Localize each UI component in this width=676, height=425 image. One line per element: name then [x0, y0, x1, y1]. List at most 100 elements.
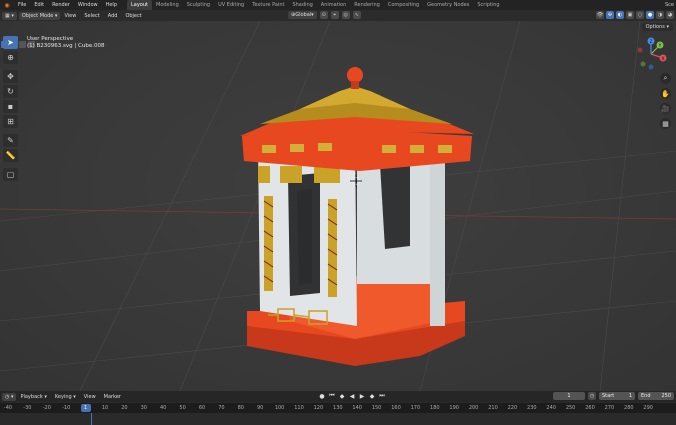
pivot-icon[interactable]: ⊙: [319, 11, 328, 19]
ruler-tick-label: 250: [565, 405, 576, 411]
roof-finial: [347, 67, 363, 83]
tab-scripting[interactable]: Scripting: [473, 0, 503, 10]
tab-geometry-nodes[interactable]: Geometry Nodes: [423, 0, 473, 10]
pan-hand-icon[interactable]: ✋: [660, 88, 671, 99]
tab-rendering[interactable]: Rendering: [350, 0, 384, 10]
camera-view-icon[interactable]: 🎥: [660, 103, 671, 114]
tab-shading[interactable]: Shading: [288, 0, 316, 10]
timeline-editor-type-button[interactable]: ◷ ▾: [2, 392, 17, 401]
menu-object[interactable]: Object: [121, 13, 145, 19]
menu-add[interactable]: Add: [104, 13, 122, 19]
ruler-tick-label: 130: [333, 405, 343, 411]
mode-select[interactable]: Object Mode ▾: [18, 11, 61, 20]
ruler-tick-label: 50: [179, 405, 186, 411]
tab-compositing[interactable]: Compositing: [384, 0, 423, 10]
viewport-info: User Perspective (1) B230963.svg | Cube.…: [27, 36, 104, 50]
visibility-icon[interactable]: 👁: [596, 11, 604, 19]
gizmo-toggle-icon[interactable]: ✣: [606, 11, 614, 19]
gizmo-z-label: Z: [649, 39, 652, 45]
scene-selector[interactable]: Sce: [663, 0, 676, 10]
add-cube-tool-icon[interactable]: ▢: [3, 168, 18, 181]
menu-view[interactable]: View: [60, 13, 80, 19]
ruler-tick-label: 230: [527, 405, 537, 411]
overlay-toggle-icon[interactable]: ◐: [616, 11, 624, 19]
menu-edit[interactable]: Edit: [30, 2, 48, 8]
ruler-tick-label: 170: [410, 405, 421, 411]
falloff-icon[interactable]: ∿: [352, 11, 361, 19]
menu-help[interactable]: Help: [102, 2, 121, 8]
tab-uv-editing[interactable]: UV Editing: [214, 0, 248, 10]
select-tool-icon[interactable]: ➤: [3, 36, 18, 49]
frame-range: 1 ◷ Start 1 End 250: [553, 392, 674, 400]
jump-end-icon[interactable]: ⏭: [378, 392, 386, 400]
snap-icon[interactable]: ⌖: [330, 11, 339, 19]
menu-keying[interactable]: Keying ▾: [51, 394, 80, 400]
menu-select[interactable]: Select: [80, 13, 103, 19]
rendered-shading-icon[interactable]: ◕: [666, 11, 674, 19]
ruler-tick-label: -40: [3, 405, 13, 411]
annotate-tool-icon[interactable]: ✎: [3, 134, 18, 147]
select-subtract-icon[interactable]: [19, 41, 26, 48]
cursor-tool-icon[interactable]: ⊕: [3, 51, 18, 64]
transform-orientation-label: Global: [295, 12, 312, 18]
ruler-tick-label: 180: [430, 405, 440, 411]
proportional-edit-icon[interactable]: ◎: [341, 11, 350, 19]
ruler-tick-label: 80: [237, 405, 244, 411]
ruler-tick-label: 240: [546, 405, 556, 411]
tab-sculpting[interactable]: Sculpting: [183, 0, 214, 10]
pavilion-model[interactable]: [240, 67, 474, 366]
ruler-tick-label: 140: [352, 405, 362, 411]
menu-timeline-view[interactable]: View: [80, 394, 100, 400]
play-icon[interactable]: ▶: [358, 392, 366, 400]
move-tool-icon[interactable]: ✥: [3, 70, 18, 83]
tab-texture-paint[interactable]: Texture Paint: [248, 0, 288, 10]
prev-keyframe-icon[interactable]: ◆: [338, 392, 346, 400]
frame-ruler[interactable]: -40 -30 -20 -10 1 10 20 30 40 50 60 70 80 90 100 110 120…: [0, 402, 676, 413]
menu-file[interactable]: File: [14, 2, 30, 8]
3d-viewport[interactable]: User Perspective (1) B230963.svg | Cube.…: [0, 21, 676, 391]
current-frame-field[interactable]: 1: [553, 392, 585, 400]
editor-type-button[interactable]: ▦ ▾: [2, 11, 17, 20]
solid-shading-icon[interactable]: ●: [646, 11, 654, 19]
transform-tool-icon[interactable]: ⊞: [3, 115, 18, 128]
tool-shelf: ➤ ⊕ ✥ ↻ ▪ ⊞ ✎ 📏 ▢: [3, 36, 19, 181]
ruler-tick-label: 190: [449, 405, 459, 411]
navigation-gizmo[interactable]: X Y Z: [634, 37, 668, 71]
options-dropdown[interactable]: Options ▾: [641, 23, 673, 31]
blender-logo-icon[interactable]: ◉: [0, 0, 14, 10]
zoom-icon[interactable]: ⌕: [660, 73, 671, 84]
workspace-tabs: Layout Modeling Sculpting UV Editing Tex…: [127, 0, 504, 10]
next-keyframe-icon[interactable]: ◆: [368, 392, 376, 400]
ruler-tick-label: 90: [257, 405, 264, 411]
tab-animation[interactable]: Animation: [317, 0, 351, 10]
timeline-track-area[interactable]: [0, 413, 676, 425]
measure-tool-icon[interactable]: 📏: [3, 149, 18, 162]
menu-render[interactable]: Render: [48, 2, 74, 8]
record-icon[interactable]: ●: [318, 392, 326, 400]
jump-start-icon[interactable]: ⏮: [328, 392, 336, 400]
tab-layout[interactable]: Layout: [127, 0, 152, 10]
top-menu-bar: ◉ File Edit Render Window Help Layout Mo…: [0, 0, 676, 10]
ruler-tick-label: 20: [121, 405, 128, 411]
transform-controls: ⊕ Global ▾ ⊙ ⌖ ◎ ∿: [286, 11, 361, 19]
tab-modeling[interactable]: Modeling: [152, 0, 183, 10]
ruler-tick-label: 220: [507, 405, 518, 411]
scale-tool-icon[interactable]: ▪: [3, 100, 18, 113]
start-frame-field[interactable]: Start 1: [599, 392, 635, 400]
transform-orientation-select[interactable]: ⊕ Global ▾: [288, 11, 317, 19]
clock-icon[interactable]: ◷: [588, 392, 596, 400]
ruler-tick-label: 290: [643, 405, 653, 411]
menu-playback[interactable]: Playback ▾: [16, 394, 50, 400]
wireframe-shading-icon[interactable]: ○: [636, 11, 644, 19]
menu-window[interactable]: Window: [74, 2, 102, 8]
menu-marker[interactable]: Marker: [100, 394, 125, 400]
play-reverse-icon[interactable]: ◀: [348, 392, 356, 400]
end-frame-field[interactable]: End 250: [638, 392, 674, 400]
playhead-frame-marker[interactable]: 1: [80, 404, 91, 412]
ruler-tick-label: 210: [488, 405, 498, 411]
xray-icon[interactable]: ▣: [626, 11, 634, 19]
scene-render: [0, 21, 676, 391]
rotate-tool-icon[interactable]: ↻: [3, 85, 18, 98]
perspective-toggle-icon[interactable]: ▦: [660, 118, 671, 129]
material-shading-icon[interactable]: ◑: [656, 11, 664, 19]
